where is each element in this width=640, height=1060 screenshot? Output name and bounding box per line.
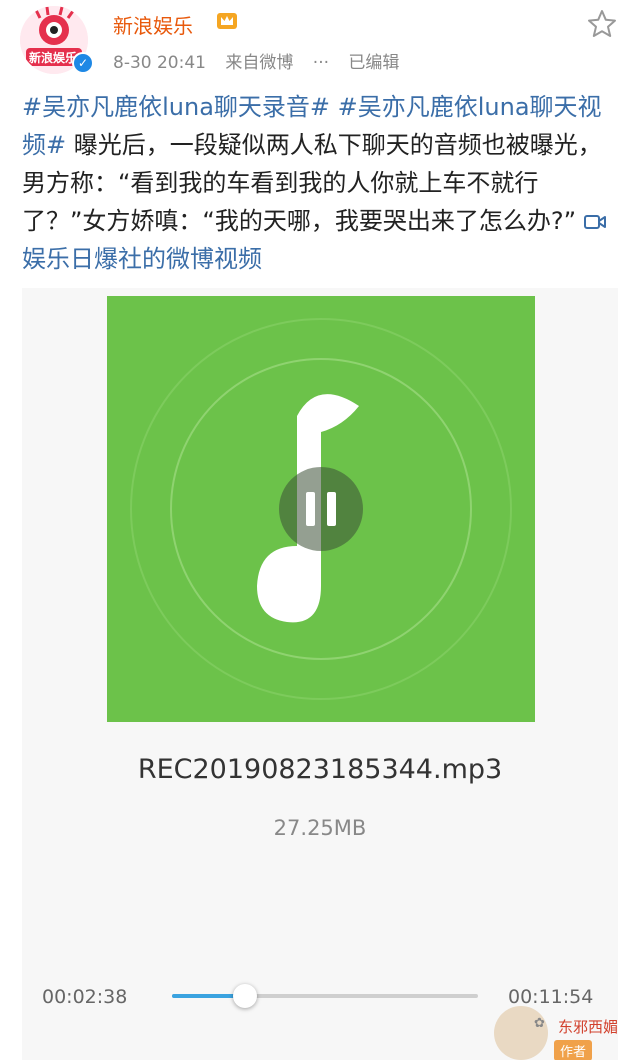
progress-thumb[interactable] xyxy=(233,984,258,1008)
post-body: #吴亦凡鹿依luna聊天录音# #吴亦凡鹿依luna聊天视频# 曝光后，一段疑似… xyxy=(22,88,622,278)
music-cover-art xyxy=(107,296,535,722)
author-name[interactable]: 新浪娱乐 xyxy=(113,10,193,39)
watermark-avatar xyxy=(494,1006,548,1060)
watermark-text: 东邪西媚 xyxy=(558,1018,619,1036)
post-meta: 8-30 20:41 来自微博 ··· 已编辑 xyxy=(113,48,399,73)
crown-icon xyxy=(217,13,237,29)
video-camera-icon xyxy=(583,215,606,229)
edited-label[interactable]: 已编辑 xyxy=(348,53,399,73)
watermark: ✿ 东邪西媚 作者 xyxy=(494,1002,640,1060)
post-body-text: 曝光后，一段疑似两人私下聊天的音频也被曝光，男方称：“看到我的车看到我的人你就上… xyxy=(22,131,602,235)
post-source: 来自微博 xyxy=(225,53,294,73)
avatar-label: 新浪娱乐 xyxy=(29,51,78,65)
post-date: 8-30 20:41 xyxy=(113,53,206,73)
post-dots: ··· xyxy=(312,53,330,73)
progress-slider[interactable] xyxy=(172,984,478,1008)
audio-cover[interactable] xyxy=(107,296,535,722)
current-time: 00:02:38 xyxy=(42,986,128,1008)
watermark-author-label: 作者 xyxy=(554,1040,593,1060)
hashtag-recording[interactable]: #吴亦凡鹿依luna聊天录音# xyxy=(22,93,330,121)
audio-player-card: REC20190823185344.mp3 27.25MB 00:02:38 0… xyxy=(22,288,618,1060)
pause-icon xyxy=(279,467,363,551)
video-link-label: 娱乐日爆社的微博视频 xyxy=(22,245,262,273)
verified-icon: ✓ xyxy=(72,52,94,74)
star-icon[interactable] xyxy=(586,8,618,40)
audio-filename: REC20190823185344.mp3 xyxy=(137,754,503,785)
audio-filesize: 27.25MB xyxy=(273,816,367,840)
post-header: 新浪娱乐 ✓ 新浪娱乐 8-30 20:41 来自微博 ··· 已编辑 xyxy=(0,0,640,80)
paw-icon: ✿ xyxy=(534,1016,545,1031)
